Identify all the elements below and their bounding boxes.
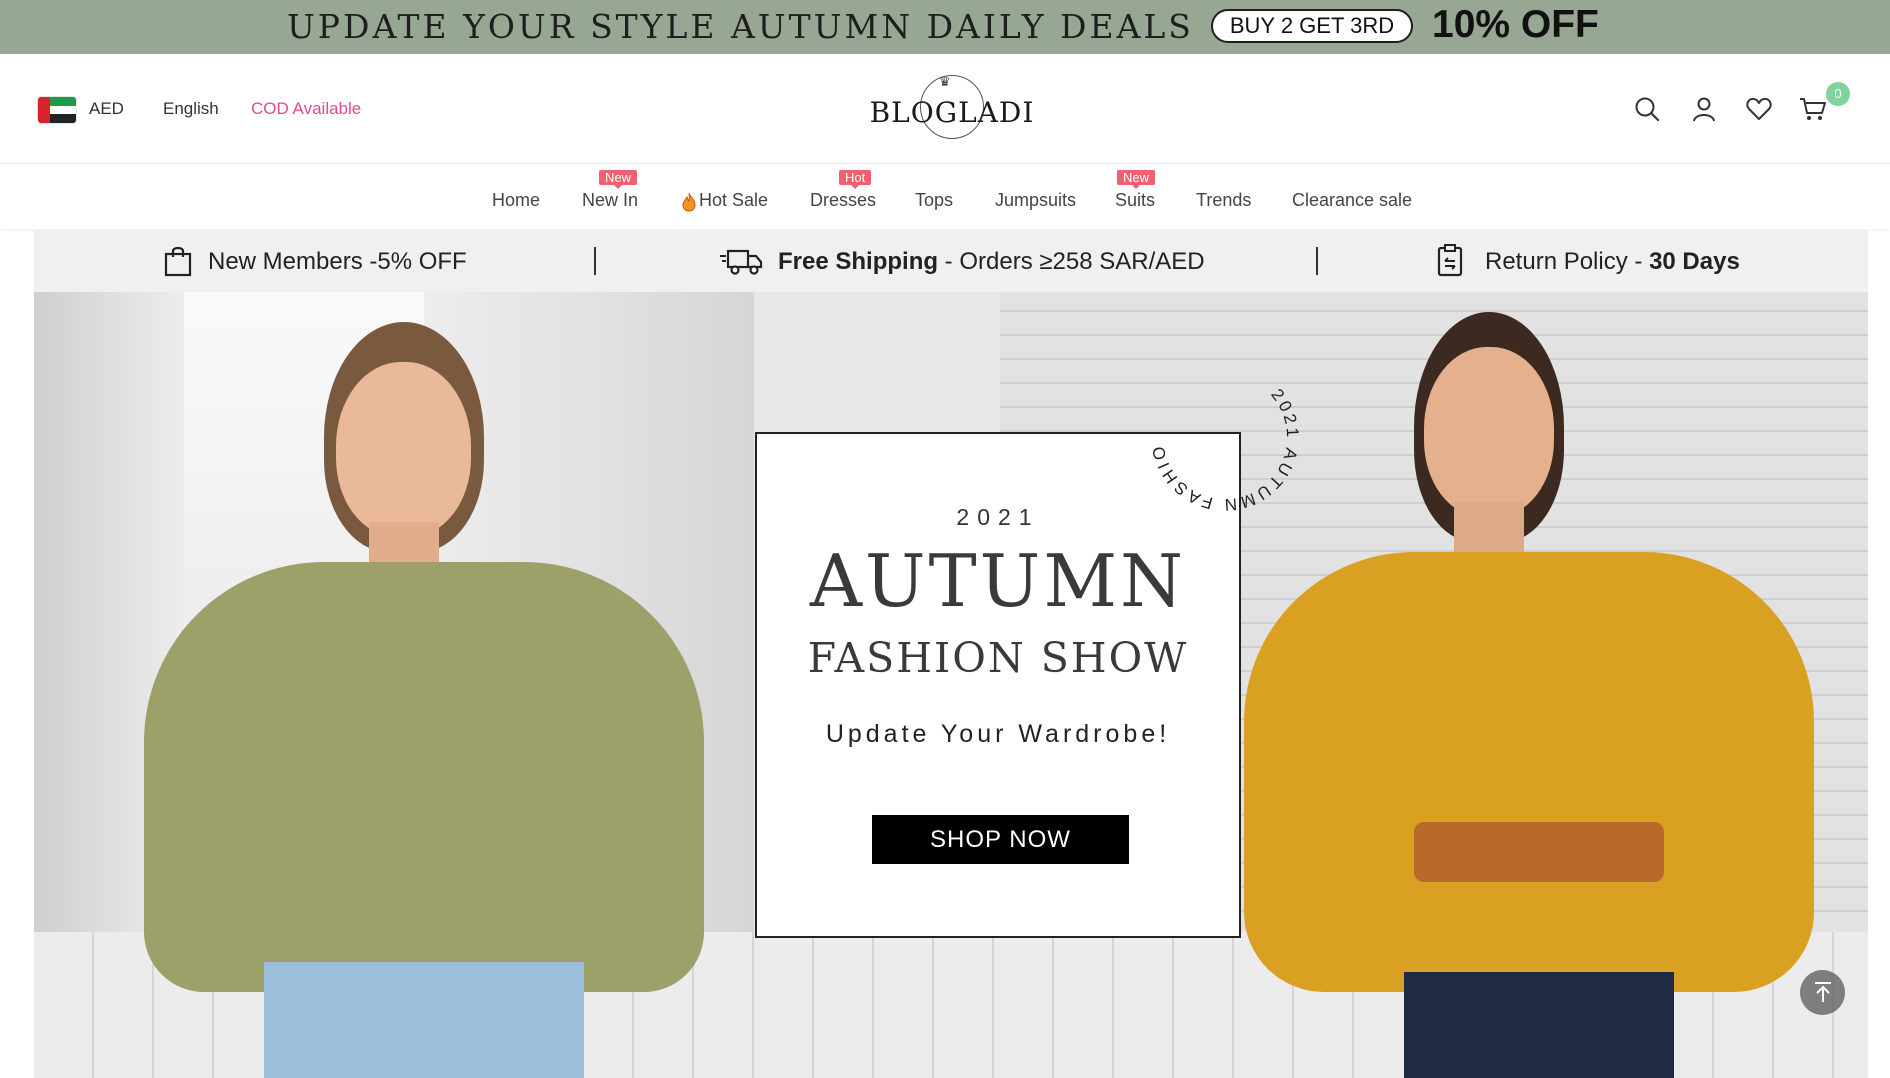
nav-suits[interactable]: Suits xyxy=(1115,190,1155,211)
cart-icon[interactable] xyxy=(1798,94,1828,124)
nav-trends[interactable]: Trends xyxy=(1196,190,1251,211)
promo-discount: 10% OFF xyxy=(1432,3,1599,46)
return-clipboard-icon xyxy=(1437,244,1463,277)
main-nav: Home New New In Hot Sale Hot Dresses Top… xyxy=(0,164,1890,229)
shipping-bold: Free Shipping xyxy=(778,248,939,275)
return-policy: Return Policy - 30 Days xyxy=(1485,248,1740,276)
delivery-truck-icon xyxy=(720,249,763,275)
search-icon[interactable] xyxy=(1632,94,1662,124)
shipping-rest: - Orders ≥258 SAR/AED xyxy=(938,248,1205,275)
shopping-bag-icon xyxy=(164,246,192,277)
currency-selector[interactable]: AED xyxy=(89,99,124,119)
nav-hot-sale[interactable]: Hot Sale xyxy=(699,190,768,211)
nav-new-in[interactable]: New In xyxy=(582,190,638,211)
divider xyxy=(1316,247,1318,275)
benefits-bar: New Members -5% OFF Free Shipping - Orde… xyxy=(34,230,1868,292)
site-logo[interactable]: ♛ BLOGLADI xyxy=(868,72,1036,144)
back-to-top-button[interactable] xyxy=(1800,970,1845,1015)
hot-tag: Hot xyxy=(839,170,872,189)
members-offer: New Members -5% OFF xyxy=(208,248,467,275)
new-tag: New xyxy=(599,170,638,189)
language-selector[interactable]: English xyxy=(163,99,219,119)
crown-icon: ♛ xyxy=(939,74,951,89)
circular-text: 2021 AUTUMN FASHION SHOW! xyxy=(1130,342,1299,514)
divider xyxy=(594,247,596,275)
nav-tops[interactable]: Tops xyxy=(915,190,953,211)
promo-subtitle: FASHION SHOW xyxy=(807,634,1189,682)
promo-banner[interactable]: UPDATE YOUR STYLE AUTUMN DAILY DEALS BUY… xyxy=(0,0,1890,54)
cod-link[interactable]: COD Available xyxy=(251,99,361,119)
promo-title: AUTUMN xyxy=(809,539,1187,623)
hero-banner[interactable]: 2021 AUTUMN FASHION SHOW Update Your War… xyxy=(34,292,1868,1078)
fire-icon xyxy=(682,192,696,212)
nav-jumpsuits[interactable]: Jumpsuits xyxy=(995,190,1076,211)
circular-text-stamp: 2021 AUTUMN FASHION SHOW! xyxy=(1130,342,1302,514)
left-model-image xyxy=(74,322,754,1078)
wishlist-heart-icon[interactable] xyxy=(1744,94,1774,124)
nav-dresses[interactable]: Dresses xyxy=(810,190,876,211)
shipping-info: Free Shipping - Orders ≥258 SAR/AED xyxy=(778,248,1205,276)
uae-flag-icon[interactable] xyxy=(38,97,76,123)
account-icon[interactable] xyxy=(1689,94,1719,124)
svg-text:2021 AUTUMN FASHION SHOW!: 2021 AUTUMN FASHION SHOW! xyxy=(1130,342,1302,514)
shop-now-button[interactable]: SHOP NOW xyxy=(872,815,1129,864)
arrow-up-icon xyxy=(1815,982,1831,1002)
logo-text: BLOGLADI xyxy=(869,96,1035,129)
site-header: AED English COD Available ♛ BLOGLADI 0 xyxy=(0,54,1890,164)
nav-clearance-sale[interactable]: Clearance sale xyxy=(1292,190,1412,211)
cart-count-badge: 0 xyxy=(1826,82,1850,106)
right-model-image xyxy=(1234,312,1854,1078)
return-label: Return Policy - xyxy=(1485,248,1650,275)
promo-tagline: Update Your Wardrobe! xyxy=(825,720,1171,748)
new-tag: New xyxy=(1117,170,1156,189)
return-days: 30 Days xyxy=(1649,248,1740,275)
promo-pill: BUY 2 GET 3RD xyxy=(1211,9,1413,43)
promo-slogan: UPDATE YOUR STYLE AUTUMN DAILY DEALS xyxy=(287,7,1194,46)
nav-home[interactable]: Home xyxy=(492,190,540,211)
